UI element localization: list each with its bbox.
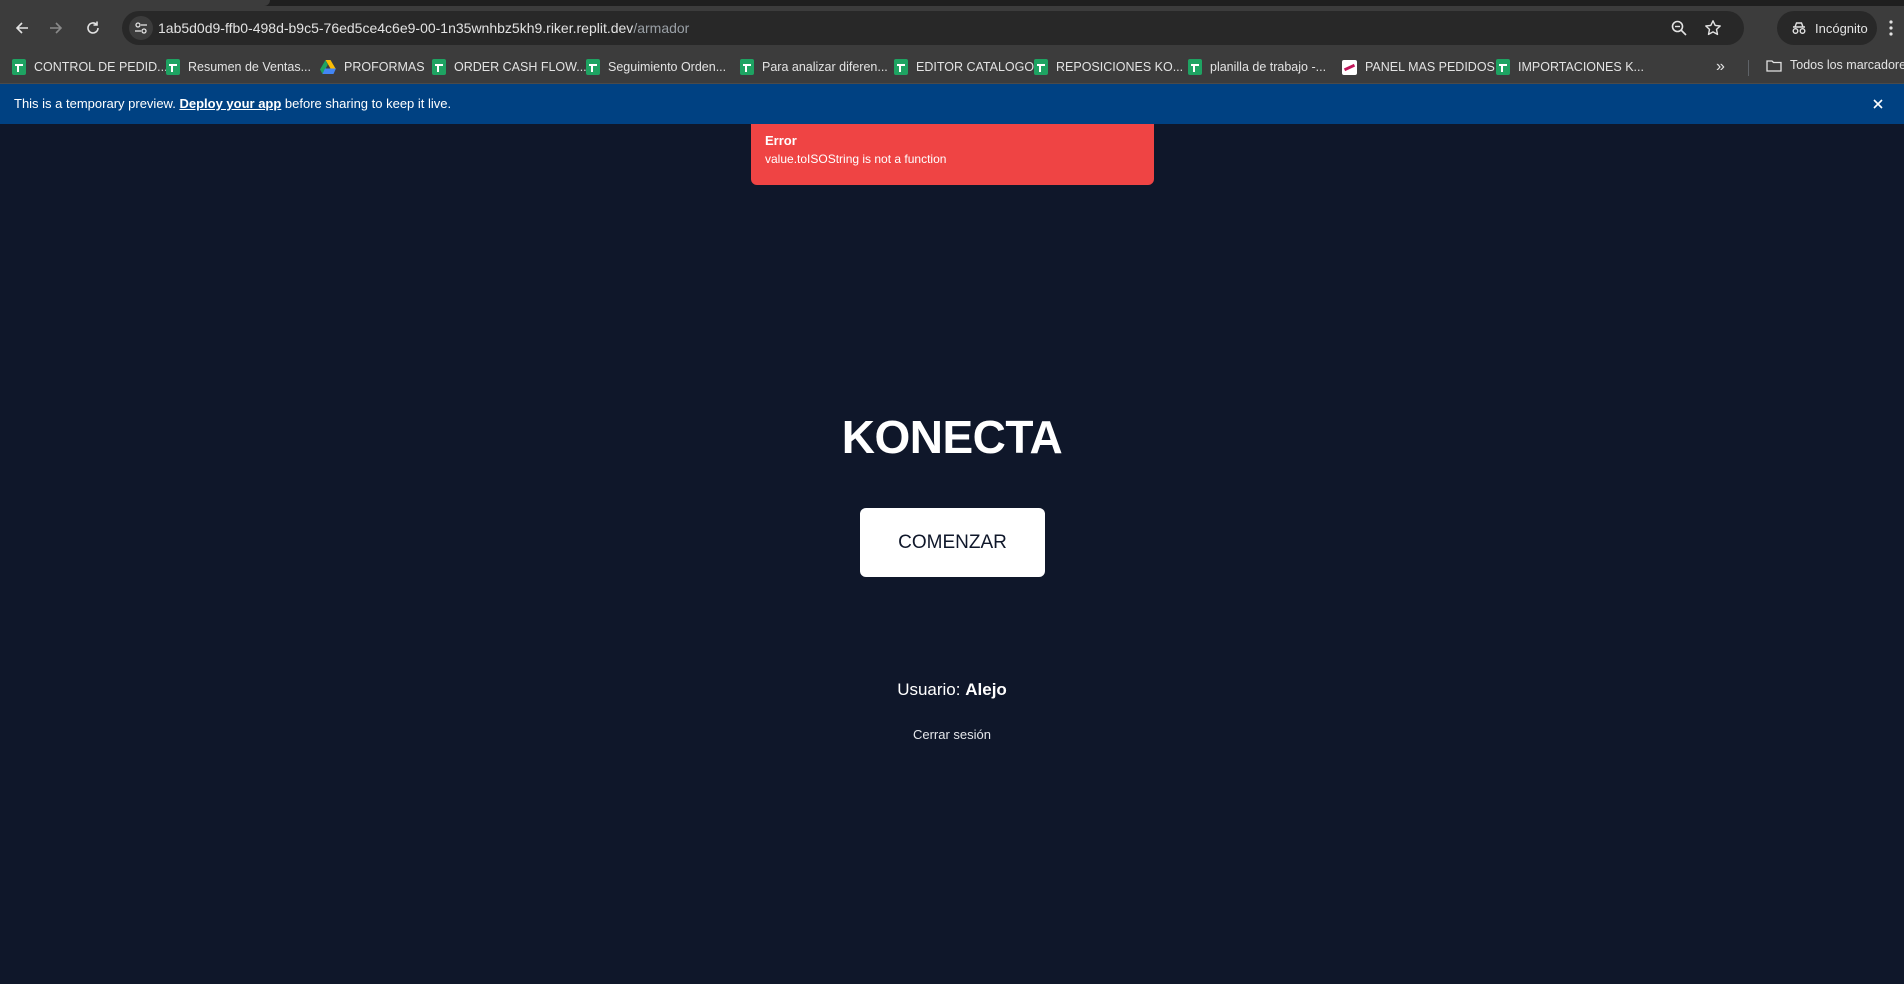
- close-icon[interactable]: [1870, 96, 1886, 112]
- bookmark-label: Seguimiento Orden...: [608, 60, 727, 74]
- error-toast: Error value.toISOString is not a functio…: [751, 124, 1154, 185]
- toast-message: value.toISOString is not a function: [765, 152, 947, 166]
- sheets-icon: [1188, 59, 1202, 75]
- sheets-icon: [740, 59, 754, 75]
- all-bookmarks-folder[interactable]: Todos los marcadores: [1766, 58, 1904, 72]
- incognito-icon: [1792, 22, 1806, 34]
- sheets-icon: [1034, 59, 1048, 75]
- bookmark-star-icon[interactable]: [1704, 19, 1722, 37]
- bookmark-label: Resumen de Ventas...: [188, 60, 311, 74]
- preview-banner-message: This is a temporary preview. Deploy your…: [14, 96, 451, 111]
- zoom-icon[interactable]: [1670, 19, 1688, 37]
- reload-icon: [87, 21, 99, 34]
- preview-banner: This is a temporary preview. Deploy your…: [0, 84, 1904, 124]
- back-button[interactable]: [8, 14, 36, 42]
- sheets-icon: [1496, 59, 1510, 75]
- arrow-left-icon: [15, 22, 28, 34]
- sheets-icon: [586, 59, 600, 75]
- bookmark-item[interactable]: planilla de trabajo -...: [1188, 58, 1326, 76]
- url-path: /armador: [633, 20, 690, 36]
- user-line: Usuario: Alejo: [0, 680, 1904, 700]
- deploy-app-link[interactable]: Deploy your app: [179, 96, 281, 111]
- bookmark-label: planilla de trabajo -...: [1210, 60, 1327, 74]
- panel-icon: [1342, 59, 1357, 75]
- bookmarks-overflow-icon[interactable]: »: [1716, 58, 1725, 76]
- banner-text-before: This is a temporary preview.: [14, 96, 180, 111]
- bookmark-item[interactable]: Seguimiento Orden...: [586, 58, 726, 76]
- bookmark-label: EDITOR CATALOGO: [916, 60, 1035, 74]
- site-info-button[interactable]: [129, 16, 153, 40]
- bookmark-item[interactable]: ORDER CASH FLOW...: [432, 58, 587, 76]
- logout-container: Cerrar sesión: [0, 726, 1904, 744]
- url-host: 1ab5d0d9-ffb0-498d-b9c5-76ed5ce4c6e9-00-…: [158, 20, 634, 36]
- bookmark-item[interactable]: PANEL MAS PEDIDOS: [1342, 58, 1495, 76]
- bookmarks-bar: CONTROL DE PEDID... Resumen de Ventas...…: [0, 50, 1904, 84]
- bookmark-item[interactable]: EDITOR CATALOGO: [894, 58, 1034, 76]
- sheets-icon: [894, 59, 908, 75]
- bookmark-item[interactable]: IMPORTACIONES K...: [1496, 58, 1644, 76]
- sheets-icon: [12, 59, 26, 75]
- bookmark-item[interactable]: PROFORMAS: [320, 58, 425, 76]
- bookmark-item[interactable]: Para analizar diferen...: [740, 58, 888, 76]
- banner-text-after: before sharing to keep it live.: [281, 96, 452, 111]
- user-label: Usuario:: [897, 680, 961, 699]
- bookmark-label: CONTROL DE PEDID...: [34, 60, 168, 74]
- toast-title: Error: [765, 133, 797, 148]
- start-button[interactable]: COMENZAR: [860, 508, 1045, 577]
- bookmark-label: Para analizar diferen...: [762, 60, 888, 74]
- logout-link[interactable]: Cerrar sesión: [913, 727, 991, 742]
- incognito-label: Incógnito: [1815, 20, 1868, 36]
- more-vert-icon[interactable]: [1888, 20, 1894, 36]
- reload-button[interactable]: [79, 14, 107, 42]
- sheets-icon: [166, 59, 180, 75]
- app-title: KONECTA: [841, 411, 1063, 463]
- bookmark-item[interactable]: CONTROL DE PEDID...: [12, 58, 168, 76]
- user-name: Alejo: [965, 680, 1007, 699]
- browser-toolbar: 1ab5d0d9-ffb0-498d-b9c5-76ed5ce4c6e9-00-…: [0, 6, 1904, 50]
- all-bookmarks-label: Todos los marcadores: [1790, 58, 1904, 72]
- bookmark-label: PANEL MAS PEDIDOS: [1365, 60, 1495, 74]
- bookmark-label: ORDER CASH FLOW...: [454, 60, 587, 74]
- folder-icon: [1766, 59, 1782, 72]
- bookmark-item[interactable]: Resumen de Ventas...: [166, 58, 311, 76]
- arrow-right-icon: [50, 22, 63, 34]
- url-text[interactable]: 1ab5d0d9-ffb0-498d-b9c5-76ed5ce4c6e9-00-…: [158, 20, 689, 36]
- bookmarks-divider: [1748, 60, 1749, 76]
- sheets-icon: [432, 59, 446, 75]
- drive-icon: [320, 60, 336, 74]
- address-bar[interactable]: 1ab5d0d9-ffb0-498d-b9c5-76ed5ce4c6e9-00-…: [122, 11, 1744, 45]
- incognito-chip[interactable]: Incógnito: [1777, 11, 1877, 45]
- bookmark-label: PROFORMAS: [344, 60, 425, 74]
- bookmark-item[interactable]: REPOSICIONES KO...: [1034, 58, 1183, 76]
- bookmark-label: REPOSICIONES KO...: [1056, 60, 1184, 74]
- bookmark-label: IMPORTACIONES K...: [1518, 60, 1644, 74]
- forward-button[interactable]: [42, 14, 70, 42]
- tune-icon: [135, 22, 147, 34]
